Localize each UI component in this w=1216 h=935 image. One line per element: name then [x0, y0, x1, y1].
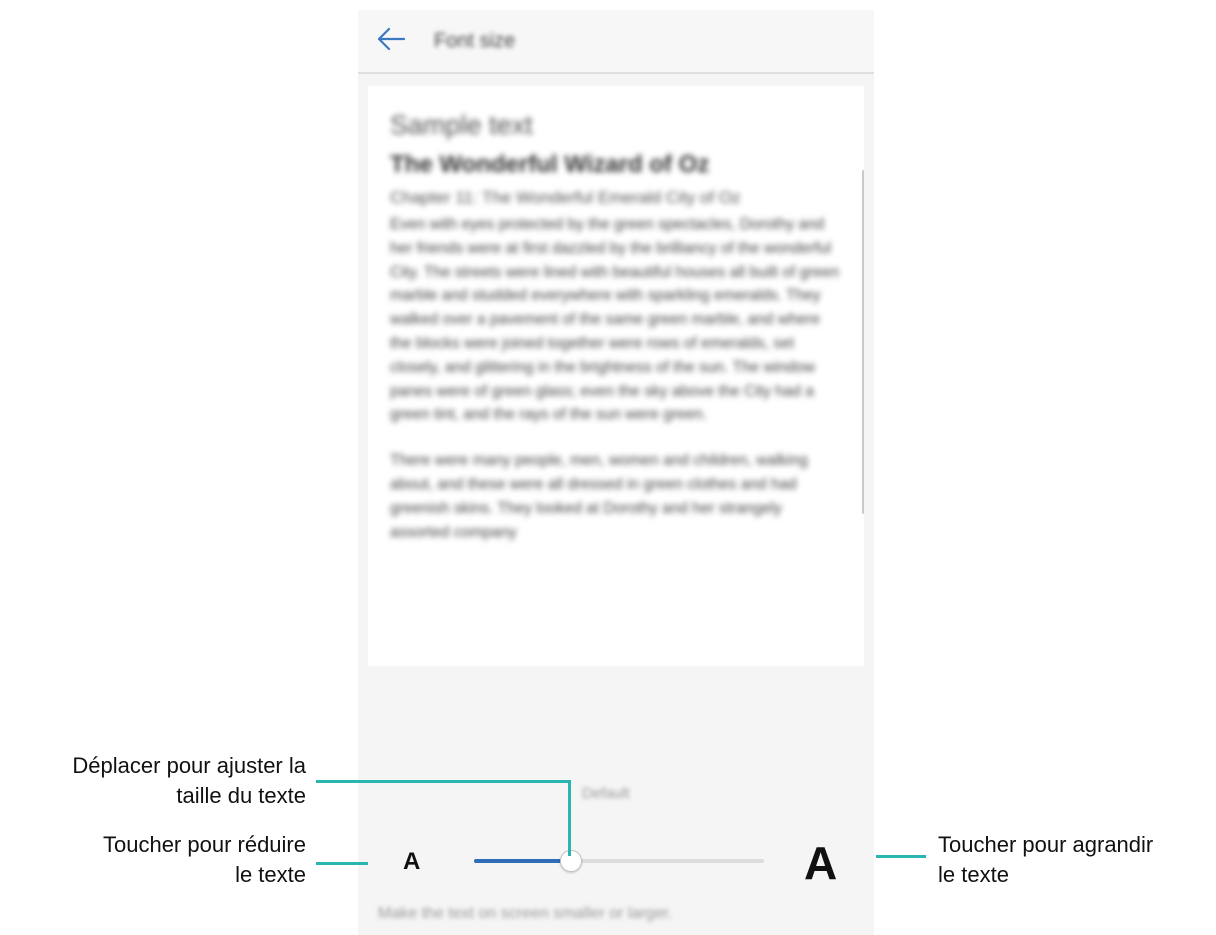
callout-decrease-line1: Toucher pour réduire — [102, 832, 306, 857]
phone-screen: Font size Sample text The Wonderful Wiza… — [358, 10, 874, 935]
callout-line-increase — [876, 855, 926, 858]
text-preview[interactable]: Sample text The Wonderful Wizard of Oz C… — [368, 86, 864, 666]
font-size-slider[interactable] — [474, 850, 764, 872]
back-button[interactable] — [376, 24, 416, 58]
default-label: Default — [582, 785, 630, 802]
callout-decrease-line2: le texte — [235, 862, 306, 887]
callout-increase-line1: Toucher pour agrandir — [938, 832, 1154, 857]
page-title: Font size — [434, 30, 516, 52]
preview-paragraph-1: Even with eyes protected by the green sp… — [390, 216, 840, 424]
preview-paragraph-2: There were many people, men, women and c… — [390, 452, 808, 541]
app-bar: Font size — [358, 10, 874, 72]
callout-line-slider-v — [568, 780, 571, 856]
callout-line-decrease — [316, 862, 368, 865]
scrollbar[interactable] — [862, 170, 864, 514]
slider-thumb[interactable] — [560, 850, 582, 872]
callout-decrease: Toucher pour réduire le texte — [0, 830, 306, 890]
increase-font-button[interactable]: A — [804, 836, 837, 890]
chapter-heading: Chapter 11: The Wonderful Emerald City o… — [390, 188, 741, 207]
hint-text: Make the text on screen smaller or large… — [378, 905, 673, 922]
divider — [358, 72, 874, 74]
callout-line-slider-h — [316, 780, 570, 783]
callout-increase-line2: le texte — [938, 862, 1009, 887]
callout-slider-line1: Déplacer pour ajuster la — [72, 753, 306, 778]
slider-fill — [474, 859, 570, 863]
back-arrow-icon — [376, 27, 406, 56]
sample-title: Sample text — [390, 110, 533, 140]
callout-increase: Toucher pour agrandir le texte — [938, 830, 1216, 890]
book-title: The Wonderful Wizard of Oz — [390, 151, 710, 178]
decrease-font-button[interactable]: A — [403, 848, 420, 876]
callout-slider: Déplacer pour ajuster la taille du texte — [0, 751, 306, 811]
callout-slider-line2: taille du texte — [176, 783, 306, 808]
